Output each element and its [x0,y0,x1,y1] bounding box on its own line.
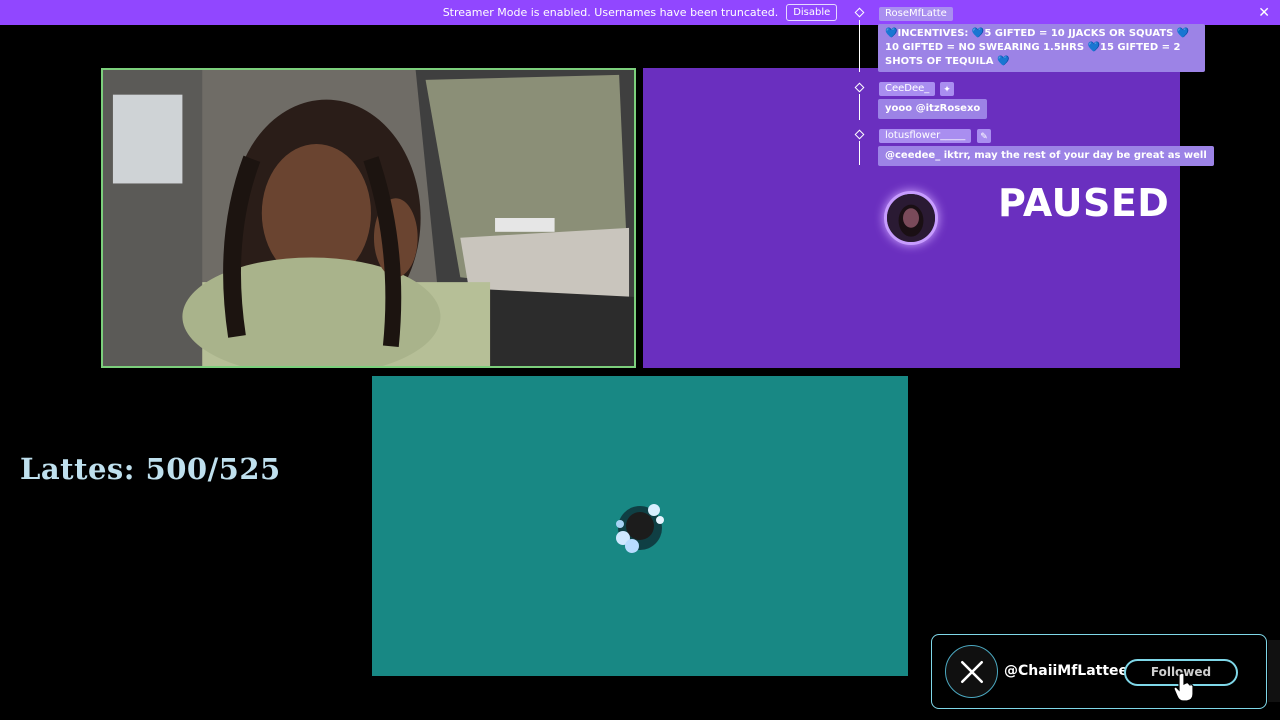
chat-timeline-line [859,94,860,120]
pencil-badge-icon: ✎ [977,129,991,143]
chat-timeline-line [859,20,860,72]
streamer-mode-banner: Streamer Mode is enabled. Usernames have… [0,0,1280,25]
disable-button[interactable]: Disable [786,4,838,21]
x-logo-icon [945,645,998,698]
streamer-avatar [884,191,938,245]
lattes-goal-counter: Lattes: 500/525 [20,452,281,486]
chat-message: yooo @itzRosexo [878,99,988,119]
banner-text: Streamer Mode is enabled. Usernames have… [442,6,779,19]
hand-cursor-icon [1173,672,1195,702]
chat-message: @ceedee_ iktrr, may the rest of your day… [878,146,1214,166]
chat-username: CeeDee_ [879,82,936,96]
chat-username: lotusflower_____ [879,129,972,143]
social-handle: @ChaiiMfLattee [1004,663,1129,679]
paused-label: PAUSED [998,181,1170,225]
streamer-emblem-icon [608,496,672,560]
close-icon[interactable]: ✕ [1258,4,1270,21]
webcam-feed [101,68,636,368]
chat-username: RoseMfLatte [879,7,953,21]
widget-edge-stub [1268,640,1280,702]
chat-message: 💙INCENTIVES: 💙5 GIFTED = 10 JJACKS OR SQ… [878,24,1205,72]
chat-timeline-line [859,141,860,165]
chat-badge-icon: ✦ [940,82,954,96]
